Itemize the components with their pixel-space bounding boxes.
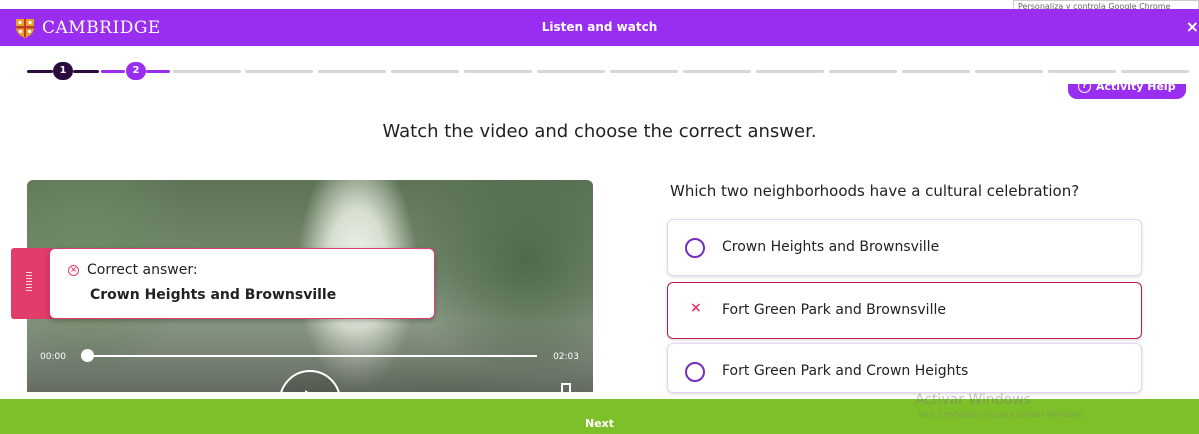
- video-seek-handle[interactable]: [80, 349, 94, 362]
- progress-step-2[interactable]: 2: [126, 62, 146, 80]
- progress-bar: 1 2: [27, 61, 1192, 81]
- progress-segment: [391, 70, 459, 73]
- header-title: Listen and watch: [541, 20, 658, 34]
- help-icon: ?: [1078, 84, 1091, 93]
- progress-segment: [101, 70, 125, 73]
- video-total-time: 02:03: [553, 352, 579, 362]
- feedback-answer: Crown Heights and Brownsville: [90, 287, 337, 303]
- answer-option-1[interactable]: Crown Heights and Brownsville: [667, 219, 1142, 276]
- answer-option-label: Fort Green Park and Brownsville: [722, 302, 946, 318]
- progress-segment: [318, 70, 386, 73]
- windows-activation-watermark: Activar Windows: [915, 392, 1031, 408]
- feedback-card: × Correct answer: Crown Heights and Brow…: [49, 248, 435, 319]
- progress-segment: [902, 70, 970, 73]
- activity-page: Personaliza y controla Google Chrome Lis…: [0, 0, 1199, 434]
- progress-segment: [464, 70, 532, 73]
- fullscreen-icon[interactable]: [561, 383, 571, 392]
- feedback-panel: × Correct answer: Crown Heights and Brow…: [11, 248, 435, 319]
- progress-segment: [756, 70, 824, 73]
- close-icon[interactable]: ×: [1186, 17, 1199, 36]
- feedback-heading: × Correct answer:: [68, 262, 198, 278]
- progress-segment: [1048, 70, 1116, 73]
- progress-step-1[interactable]: 1: [53, 62, 73, 80]
- progress-segment: [27, 70, 53, 73]
- feedback-drag-handle[interactable]: [11, 248, 52, 319]
- progress-segment: [610, 70, 678, 73]
- progress-segment: [146, 70, 170, 73]
- windows-activation-hint: Ve a Configuración para activar Windows.: [918, 410, 1085, 419]
- incorrect-circle-icon: ×: [68, 264, 79, 276]
- progress-segment: [975, 70, 1043, 73]
- progress-segment: [173, 70, 241, 73]
- cambridge-shield-icon: [16, 18, 34, 38]
- radio-icon: [685, 238, 705, 258]
- brand-logo[interactable]: CAMBRIDGE: [14, 15, 161, 40]
- activity-help-content: ? Activity Help: [1078, 84, 1176, 93]
- answer-option-label: Crown Heights and Brownsville: [722, 239, 940, 255]
- progress-segment: [829, 70, 897, 73]
- answer-option-3[interactable]: Fort Green Park and Crown Heights: [667, 343, 1142, 393]
- progress-segment: [73, 70, 99, 73]
- wrong-x-icon: ×: [690, 300, 702, 316]
- activity-help-label: Activity Help: [1096, 84, 1176, 93]
- brand-name: CAMBRIDGE: [42, 17, 161, 38]
- progress-segment: [683, 70, 751, 73]
- answer-option-label: Fort Green Park and Crown Heights: [722, 363, 969, 379]
- grip-icon: [26, 272, 32, 292]
- header-bar: Listen and watch CAMBRIDGE ×: [0, 9, 1199, 46]
- question-text: Which two neighborhoods have a cultural …: [670, 182, 1080, 200]
- instruction-heading: Watch the video and choose the correct a…: [382, 121, 817, 142]
- video-seek-bar[interactable]: [87, 355, 537, 357]
- video-current-time: 00:00: [40, 352, 66, 362]
- activity-help-button[interactable]: ? Activity Help: [1068, 84, 1186, 99]
- progress-segment: [1121, 70, 1189, 73]
- answer-option-2[interactable]: × Fort Green Park and Brownsville: [667, 282, 1142, 339]
- progress-segment: [537, 70, 605, 73]
- radio-icon: [685, 362, 705, 382]
- feedback-label: Correct answer:: [87, 262, 198, 278]
- progress-segment: [245, 70, 313, 73]
